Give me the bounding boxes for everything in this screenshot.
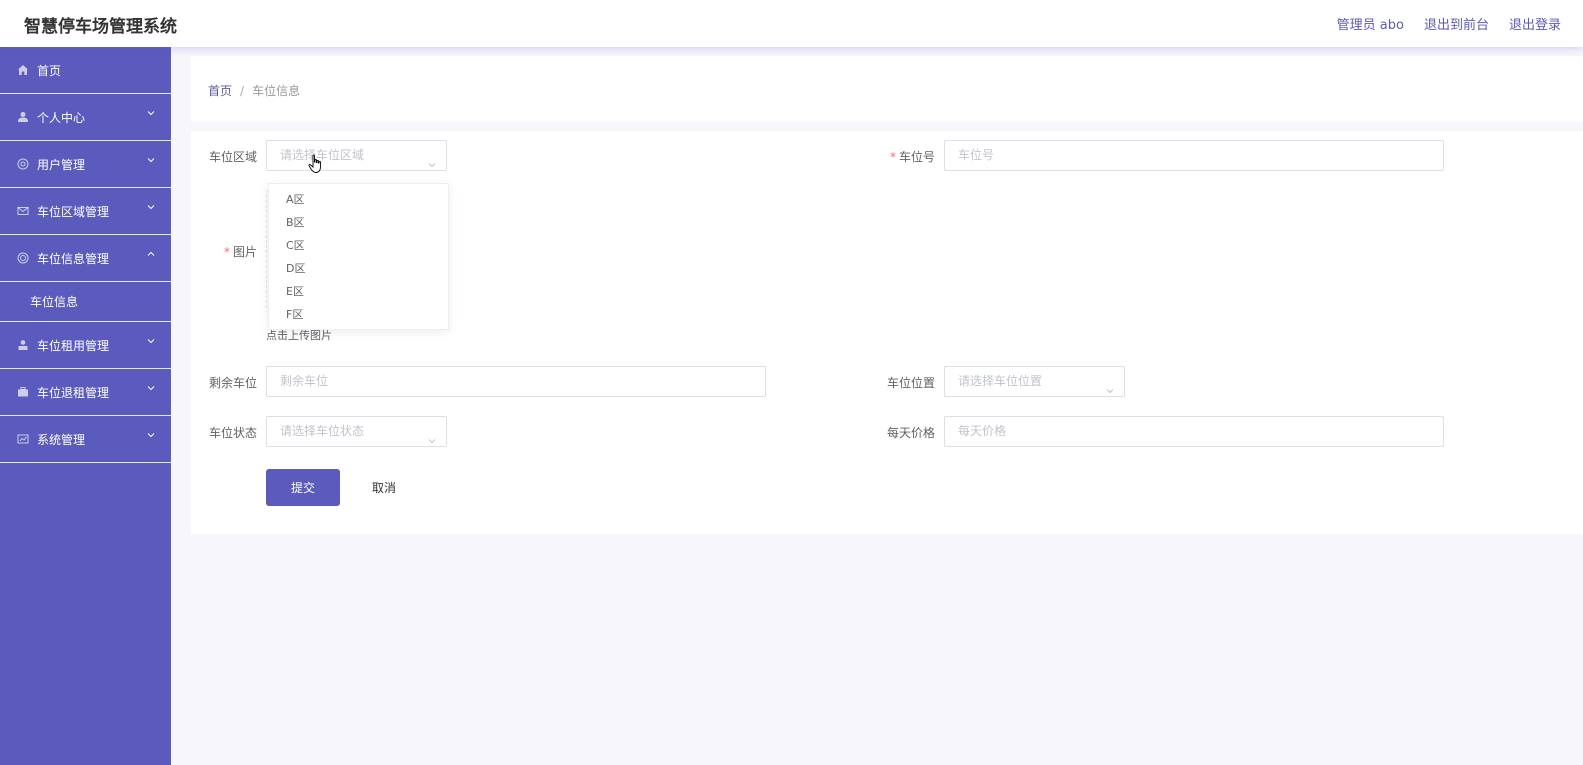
top-header: 智慧停车场管理系统 管理员 abo 退出到前台 退出登录 <box>0 0 1583 47</box>
breadcrumb-panel: 首页 / 车位信息 <box>191 56 1583 122</box>
status-placeholder: 请选择车位状态 <box>280 424 365 438</box>
app-title: 智慧停车场管理系统 <box>24 17 177 37</box>
space-number-placeholder: 车位号 <box>958 148 995 162</box>
price-placeholder: 每天价格 <box>958 424 1007 438</box>
header-actions: 管理员 abo 退出到前台 退出登录 <box>1337 14 1561 33</box>
dropdown-option[interactable]: E区 <box>269 280 448 303</box>
user-solid-icon <box>16 338 30 352</box>
lifebuoy-icon <box>16 251 30 265</box>
sidebar-item-label: 首页 <box>37 63 62 78</box>
remaining-placeholder: 剩余车位 <box>280 374 329 388</box>
space-number-input[interactable]: 车位号 <box>944 140 1444 171</box>
sidebar-item-label: 系统管理 <box>37 432 86 447</box>
location-select[interactable]: 请选择车位位置 <box>944 366 1125 397</box>
sidebar-item-rental-management[interactable]: 车位租用管理 <box>0 322 171 369</box>
sidebar-item-user-management[interactable]: 用户管理 <box>0 141 171 188</box>
remaining-label: 剩余车位 <box>208 376 257 390</box>
chevron-down-icon <box>428 427 436 444</box>
help-icon <box>16 157 30 171</box>
chevron-down-icon <box>147 337 155 345</box>
sidebar-item-label: 车位退租管理 <box>37 385 110 400</box>
message-icon <box>16 204 30 218</box>
user-icon <box>16 110 30 124</box>
chevron-down-icon <box>147 203 155 211</box>
sidebar-item-label: 个人中心 <box>37 110 86 125</box>
sidebar-item-label: 车位租用管理 <box>37 338 110 353</box>
location-placeholder: 请选择车位位置 <box>958 374 1043 388</box>
sidebar: 首页 个人中心 用户管理 车位区域管理 车位信息管理 车位信息 车位租用管理 车… <box>0 47 171 765</box>
sidebar-item-system-management[interactable]: 系统管理 <box>0 416 171 463</box>
sidebar-item-area-management[interactable]: 车位区域管理 <box>0 188 171 235</box>
sidebar-item-home[interactable]: 首页 <box>0 47 171 94</box>
status-label: 车位状态 <box>208 426 257 440</box>
price-input[interactable]: 每天价格 <box>944 416 1444 447</box>
sidebar-item-label: 用户管理 <box>37 157 86 172</box>
submit-button[interactable]: 提交 <box>266 469 340 506</box>
remaining-input[interactable]: 剩余车位 <box>266 366 766 397</box>
image-label: * 图片 <box>223 245 257 259</box>
dropdown-option[interactable]: B区 <box>269 211 448 234</box>
dropdown-option[interactable]: C区 <box>269 234 448 257</box>
breadcrumb-separator: / <box>240 84 245 98</box>
home-icon <box>16 63 30 77</box>
breadcrumb: 首页 / 车位信息 <box>208 82 300 99</box>
area-dropdown: A区 B区 C区 D区 E区 F区 <box>268 183 449 330</box>
sidebar-item-return-management[interactable]: 车位退租管理 <box>0 369 171 416</box>
sidebar-item-label: 车位区域管理 <box>37 204 110 219</box>
sidebar-item-personal-center[interactable]: 个人中心 <box>0 94 171 141</box>
breadcrumb-home[interactable]: 首页 <box>208 84 232 98</box>
admin-user-label[interactable]: 管理员 abo <box>1337 14 1404 33</box>
sidebar-subitem-space-info[interactable]: 车位信息 <box>0 282 171 322</box>
space-number-label: * 车位号 <box>889 150 935 164</box>
briefcase-icon <box>16 385 30 399</box>
dropdown-option[interactable]: F区 <box>269 303 448 326</box>
area-select[interactable]: 请选择车位区域 <box>266 140 447 171</box>
logout-link[interactable]: 退出登录 <box>1509 14 1561 33</box>
area-label: 车位区域 <box>208 150 257 164</box>
chevron-down-icon <box>428 151 436 168</box>
chevron-down-icon <box>147 384 155 392</box>
dropdown-option[interactable]: A区 <box>269 188 448 211</box>
sidebar-item-space-info-management[interactable]: 车位信息管理 <box>0 235 171 282</box>
dropdown-option[interactable]: D区 <box>269 257 448 280</box>
cancel-button[interactable]: 取消 <box>357 469 411 506</box>
sidebar-item-label: 车位信息管理 <box>37 251 110 266</box>
breadcrumb-current: 车位信息 <box>252 84 301 98</box>
chevron-up-icon <box>147 250 155 258</box>
chevron-down-icon <box>147 109 155 117</box>
price-label: 每天价格 <box>886 426 935 440</box>
required-mark: * <box>889 150 896 164</box>
chevron-down-icon <box>147 156 155 164</box>
hand-cursor-icon <box>308 154 324 174</box>
exit-to-frontend-link[interactable]: 退出到前台 <box>1424 14 1489 33</box>
location-label: 车位位置 <box>886 376 935 390</box>
status-select[interactable]: 请选择车位状态 <box>266 416 447 447</box>
chart-icon <box>16 432 30 446</box>
required-mark: * <box>223 245 230 259</box>
chevron-down-icon <box>1106 377 1114 394</box>
chevron-down-icon <box>147 431 155 439</box>
